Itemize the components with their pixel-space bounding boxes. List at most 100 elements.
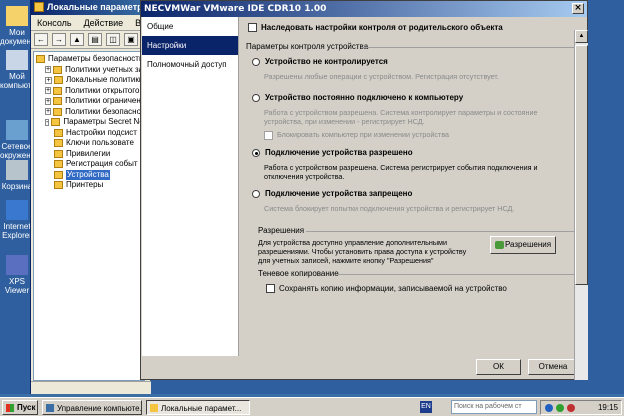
tree-node[interactable]: Принтеры (34, 180, 144, 191)
radio-not-controlled-label: Устройство не контролируется (265, 57, 388, 66)
desktop-icon-label: XPS Viewer (4, 277, 30, 295)
group-divider (362, 47, 582, 48)
desktop-glyph-icon (6, 160, 28, 180)
radio-always-connected-label: Устройство постоянно подключено к компью… (265, 93, 464, 102)
shadow-checkbox[interactable] (266, 284, 275, 294)
security-icon[interactable] (556, 404, 564, 412)
tree-node[interactable]: + Политики учетных запи (34, 65, 144, 76)
expand-icon[interactable]: + (45, 66, 52, 74)
desktop-icon[interactable]: Мои документы (0, 6, 40, 46)
radio-allowed-row[interactable]: Подключение устройства разрешено (252, 148, 413, 157)
collapse-icon[interactable]: - (45, 118, 50, 126)
export-icon[interactable]: ▣ (124, 33, 138, 46)
shadow-checkbox-row[interactable]: Сохранять копию информации, записываемой… (266, 284, 507, 294)
radio-allowed[interactable] (252, 148, 260, 157)
expand-icon[interactable]: + (45, 108, 52, 116)
tree-node[interactable]: + Политики открытого к (34, 86, 144, 97)
not-controlled-desc: Разрешены любые операции с устройством. … (264, 72, 499, 81)
expand-icon[interactable]: + (45, 87, 52, 95)
permissions-divider (306, 231, 578, 232)
scroll-up-icon[interactable]: ▲ (575, 30, 588, 43)
mmc-menu-bar: Консоль Действие Вид (31, 15, 151, 31)
console-tree: Параметры безопасности + Политики учетных … (33, 51, 145, 381)
tree-node[interactable]: + Политики ограниченно (34, 96, 144, 107)
language-indicator[interactable]: EN (420, 401, 432, 413)
inherit-checkbox-row[interactable]: Наследовать настройки контроля от родите… (248, 23, 503, 33)
system-tray: 19:15 (540, 400, 622, 415)
desktop-glyph-icon (6, 50, 28, 70)
task-local-params[interactable]: Локальные парамет... (146, 400, 250, 415)
tree-node-label: Устройства (66, 169, 110, 180)
mmc-status-bar (31, 381, 151, 394)
desktop-glyph-icon (6, 6, 28, 26)
desktop-search-input[interactable]: Поиск на рабочем ст (451, 400, 537, 414)
folder-icon (53, 65, 63, 74)
folder-icon (51, 118, 61, 127)
radio-not-controlled[interactable] (252, 57, 260, 66)
task-computer-management-label: Управление компьюте... (57, 404, 142, 413)
forward-arrow-icon[interactable]: → (52, 33, 66, 46)
radio-allowed-label: Подключение устройства разрешено (265, 148, 413, 157)
task-local-params-label: Локальные парамет... (161, 404, 242, 413)
tree-node[interactable]: Ключи пользовате (34, 138, 144, 149)
tree-node-label: Регистрация событ (66, 159, 138, 168)
scroll-thumb[interactable] (575, 45, 588, 285)
mmc-title-bar[interactable]: Локальные параметры б (31, 0, 150, 15)
up-folder-icon[interactable]: ▲ (70, 33, 84, 46)
menu-console[interactable]: Консоль (37, 18, 72, 30)
permissions-desc-2: разрешениями. Чтобы установить права дос… (258, 247, 467, 256)
tree-node[interactable]: Настройки подсист (34, 128, 144, 139)
dialog-content: Наследовать настройки контроля от родите… (240, 17, 588, 375)
mmc-title: Локальные параметры б (47, 2, 150, 12)
tree-node[interactable]: Привилегии (34, 149, 144, 160)
vertical-scrollbar[interactable]: ▲ (574, 30, 588, 380)
back-arrow-icon[interactable]: ← (34, 33, 48, 46)
desktop-icon[interactable]: Internet Explorer (0, 200, 34, 240)
radio-forbidden-row[interactable]: Подключение устройства запрещено (252, 189, 412, 198)
inherit-checkbox[interactable] (248, 23, 257, 33)
network-icon[interactable] (545, 404, 553, 412)
block-computer-row: Блокировать компьютер при изменении устр… (264, 130, 449, 140)
close-icon[interactable]: × (572, 3, 584, 14)
menu-action[interactable]: Действие (84, 18, 124, 30)
permissions-button[interactable]: Разрешения (490, 236, 556, 254)
start-button[interactable]: Пуск (2, 400, 38, 415)
expand-icon[interactable]: + (45, 97, 52, 105)
tree-node[interactable]: Параметры безопасности (34, 54, 144, 65)
radio-always-connected[interactable] (252, 93, 260, 102)
show-hide-tree-icon[interactable]: ▤ (88, 33, 102, 46)
clock: 19:15 (597, 403, 618, 412)
tree-node[interactable]: Устройства (34, 169, 144, 180)
desktop-icon[interactable]: XPS Viewer (0, 255, 34, 295)
expand-icon[interactable]: + (45, 76, 52, 84)
tree-node[interactable]: Регистрация событ (34, 159, 144, 170)
antivirus-icon[interactable] (567, 404, 575, 412)
dialog-title-bar[interactable]: NECVMWar VMware IDE CDR10 1.00 × (141, 1, 587, 17)
properties-icon[interactable]: ◫ (106, 33, 120, 46)
radio-always-connected-row[interactable]: Устройство постоянно подключено к компью… (252, 93, 463, 102)
tree-node[interactable]: - Параметры Secret Net (34, 117, 144, 128)
dialog-title: NECVMWar VMware IDE CDR10 1.00 (144, 4, 327, 14)
task-computer-management[interactable]: Управление компьюте... (42, 400, 142, 415)
tree-node[interactable]: + Политики безопасности (34, 107, 144, 118)
permissions-header: Разрешения (258, 226, 305, 235)
local-params-icon (150, 404, 158, 412)
cancel-button[interactable]: Отмена (528, 359, 578, 375)
folder-icon (53, 86, 63, 95)
tree-node-label: Политики открытого к (65, 85, 145, 95)
desktop-icon[interactable]: Корзина (0, 160, 34, 191)
radio-not-controlled-row[interactable]: Устройство не контролируется (252, 57, 388, 66)
nav-settings[interactable]: Настройки (142, 36, 238, 55)
nav-general[interactable]: Общие (142, 17, 238, 36)
nav-mandatory-access[interactable]: Полномочный доступ (142, 55, 238, 74)
tree-node[interactable]: + Локальные политики (34, 75, 144, 86)
radio-forbidden[interactable] (252, 189, 260, 198)
desktop-icon[interactable]: Мой компьютер (0, 50, 40, 90)
ok-button[interactable]: ОК (476, 359, 521, 375)
tree-node-label: Привилегии (66, 148, 111, 158)
computer-management-icon (46, 404, 54, 412)
desktop-icon[interactable]: Сетевое окружение (0, 120, 40, 160)
radio-forbidden-label: Подключение устройства запрещено (265, 189, 413, 198)
tree-node-label: Политики учетных запи (65, 64, 145, 74)
folder-icon (54, 128, 63, 137)
